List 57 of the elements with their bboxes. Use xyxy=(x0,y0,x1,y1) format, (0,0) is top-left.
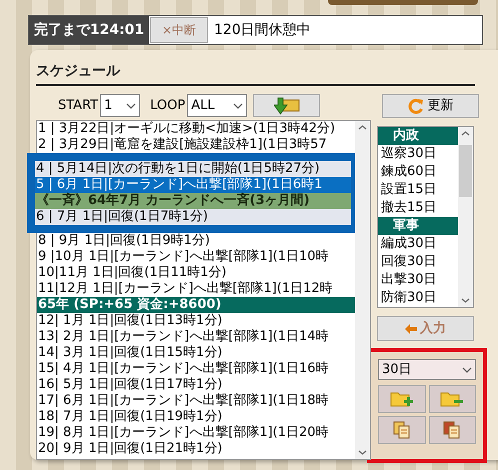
copy-button[interactable] xyxy=(378,416,426,444)
schedule-row[interactable]: 16| 5月 1日|回復(1日17時1分) xyxy=(37,377,355,393)
action-item[interactable]: 出撃30日 xyxy=(378,271,458,289)
schedule-row[interactable]: 9 |10月 1日|[カーランド]へ出撃[部隊1](1日10時 xyxy=(37,249,355,265)
schedule-row[interactable]: 14| 3月 1日|回復(1日15時1分) xyxy=(37,345,355,361)
action-item[interactable]: 回復30日 xyxy=(378,253,458,271)
duration-select[interactable]: 30日 xyxy=(378,359,476,380)
schedule-row[interactable]: 15| 4月 1日|[カーランド]へ出撃[部隊1](1日16時 xyxy=(37,361,355,377)
scroll-up-icon[interactable] xyxy=(358,125,366,130)
schedule-row[interactable]: 20| 9月 1日|回復(1日21時1分) xyxy=(37,441,355,457)
schedule-row[interactable]: 17| 6月 1日|[カーランド]へ出撃[部隊1](1日18時 xyxy=(37,393,355,409)
scrollbar[interactable] xyxy=(355,121,370,459)
schedule-row[interactable]: 18| 7月 1日|回復(1日19時1分) xyxy=(37,409,355,425)
scrollbar[interactable] xyxy=(458,127,473,307)
schedule-row[interactable]: 19| 8月 1日|[カーランド]へ出撃[部隊1](1日20時 xyxy=(37,425,355,441)
action-item[interactable]: 鍊成60日 xyxy=(378,163,458,181)
loop-select[interactable]: ALL xyxy=(187,94,248,117)
schedule-row[interactable]: 5 | 6月 1日|[カーランド]へ出撃[部隊1](1日6時1 xyxy=(35,177,351,193)
chevron-down-icon xyxy=(233,102,244,108)
start-select[interactable]: 1 xyxy=(100,94,140,117)
loop-label: LOOP xyxy=(150,96,186,115)
schedule-row[interactable]: 12| 1月 1日|回復(1日13時1分) xyxy=(37,313,355,329)
folder-minus-icon xyxy=(440,390,464,408)
start-label: START xyxy=(58,96,98,115)
import-button[interactable] xyxy=(253,94,320,117)
action-item[interactable]: 防衛30日 xyxy=(378,289,458,307)
category-header: 軍事 xyxy=(378,217,458,235)
refresh-icon xyxy=(408,98,424,114)
section-title: スケジュール xyxy=(36,63,120,79)
refresh-button[interactable]: 更新 xyxy=(382,94,480,118)
countdown-label: 完了まで124:01 xyxy=(29,16,149,44)
status-message: 120日間休憩中 xyxy=(213,20,311,40)
schedule-row[interactable]: 6 | 7月 1日|回復(1日7時1分) xyxy=(35,209,351,225)
chevron-down-icon xyxy=(126,102,136,108)
action-item[interactable]: 設置15日 xyxy=(378,181,458,199)
chevron-down-icon xyxy=(462,366,472,372)
paste-button[interactable] xyxy=(428,416,476,444)
schedule-row[interactable]: 10|11月 1日|回復(1日11時1分) xyxy=(37,265,355,281)
action-item[interactable]: 巡察30日 xyxy=(378,145,458,163)
folder-plus-icon xyxy=(390,390,414,408)
schedule-row[interactable]: 4 | 5月14日|次の行動を1日に開始(1日5時27分) xyxy=(35,161,351,177)
left-arrow-icon xyxy=(405,324,417,334)
action-item[interactable]: 撤去15日 xyxy=(378,199,458,217)
documents-icon xyxy=(443,421,462,439)
category-header: 内政 xyxy=(378,127,458,145)
year-summary-row[interactable]: 65年 (SP:+65 資金:+8600) xyxy=(37,297,355,313)
schedule-row[interactable]: 11|12月 1日|[カーランド]へ出撃[部隊1](1日12時 xyxy=(37,281,355,297)
schedule-row[interactable]: 8 | 9月 1日|回復(1日9時1分) xyxy=(37,233,355,249)
schedule-row[interactable]: 2 | 3月29日|竜窟を建設[施設建設枠1](1日3時57 xyxy=(37,137,355,153)
documents-icon xyxy=(392,421,411,439)
schedule-row[interactable]: 1 | 3月22日|オーギルに移動<加速>(1日3時42分) xyxy=(37,121,355,137)
scroll-up-icon[interactable] xyxy=(462,131,470,136)
schedule-row[interactable]: 13| 2月 1日|[カーランド]へ出撃[部隊1](1日14時 xyxy=(37,329,355,345)
scroll-thumb[interactable] xyxy=(459,145,472,197)
action-item[interactable]: 編成30日 xyxy=(378,235,458,253)
group-header-row[interactable]: 《一斉》64年7月 カーランドへ一斉(3ヶ月間) xyxy=(35,193,351,209)
download-icon xyxy=(274,96,300,114)
